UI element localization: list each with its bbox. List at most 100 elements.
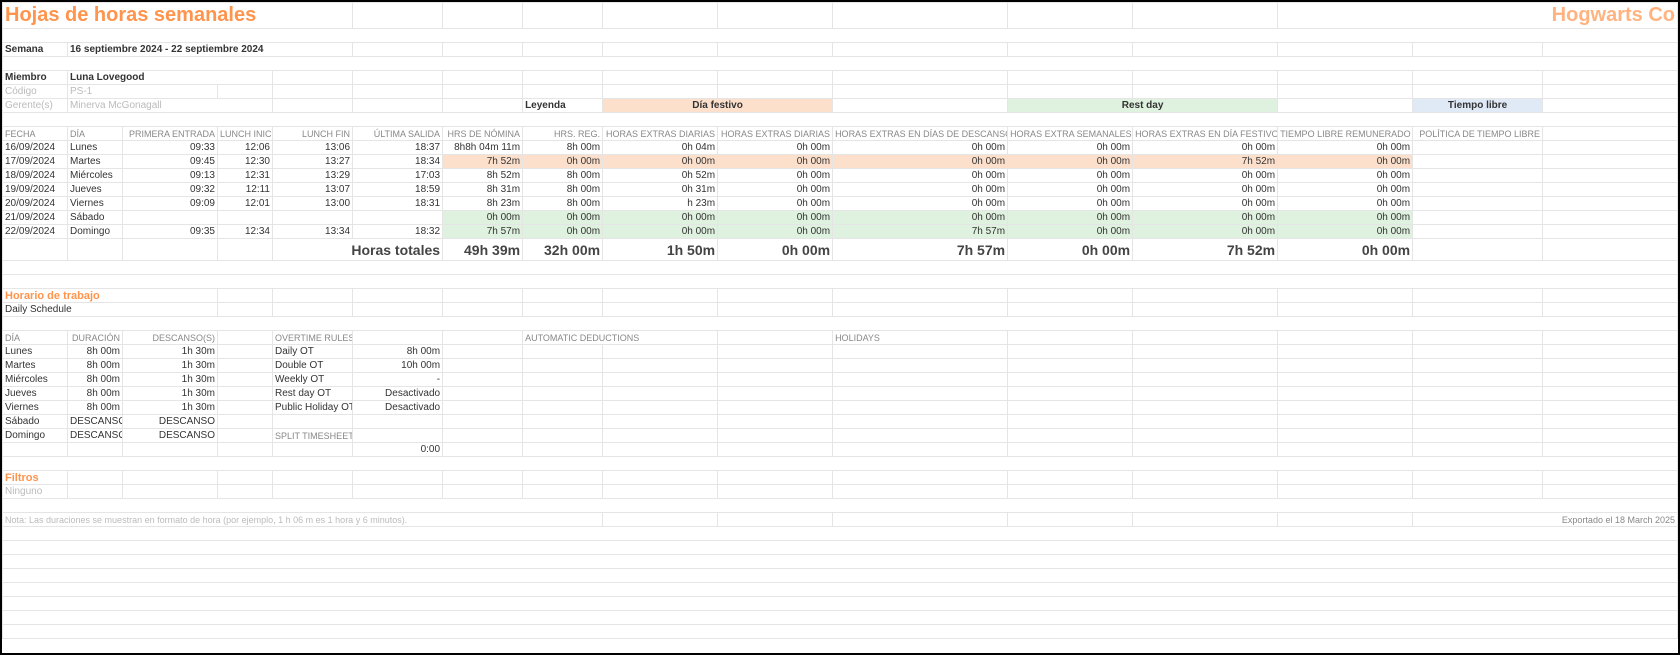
table-cell[interactable] (1413, 183, 1543, 197)
table-cell[interactable] (1543, 169, 1678, 183)
table-cell[interactable] (1413, 169, 1543, 183)
table-cell[interactable]: 8h 00m (523, 183, 603, 197)
table-cell[interactable]: 0h 00m (1133, 183, 1278, 197)
table-cell[interactable]: 0h 00m (523, 211, 603, 225)
table-cell[interactable] (1413, 359, 1543, 373)
table-cell[interactable]: 0h 00m (833, 183, 1008, 197)
table-cell[interactable] (218, 211, 273, 225)
table-cell[interactable]: 7h 57m (833, 225, 1008, 239)
table-cell[interactable] (218, 387, 273, 401)
table-cell[interactable] (443, 359, 523, 373)
table-cell[interactable] (443, 401, 523, 415)
table-cell[interactable]: 1h 30m (123, 345, 218, 359)
table-cell[interactable]: 7h 52m (443, 155, 523, 169)
table-cell[interactable]: Domingo (68, 225, 123, 239)
table-cell[interactable]: 17/09/2024 (3, 155, 68, 169)
table-cell[interactable]: 0h 00m (718, 169, 833, 183)
table-cell[interactable]: 0h 00m (603, 155, 718, 169)
table-cell[interactable]: Sábado (68, 211, 123, 225)
table-cell[interactable] (1543, 401, 1678, 415)
table-cell[interactable] (1133, 387, 1278, 401)
table-cell[interactable]: Viernes (68, 197, 123, 211)
table-cell[interactable] (1278, 359, 1413, 373)
table-cell[interactable]: 0h 00m (833, 211, 1008, 225)
table-cell[interactable]: 0h 00m (443, 211, 523, 225)
table-cell[interactable] (1008, 387, 1133, 401)
table-cell[interactable]: 8h 52m (443, 169, 523, 183)
table-cell[interactable] (1413, 197, 1543, 211)
table-cell[interactable] (523, 373, 603, 387)
table-cell[interactable]: Weekly OT (273, 373, 353, 387)
table-cell[interactable]: 0h 00m (1278, 155, 1413, 169)
table-cell[interactable] (603, 387, 718, 401)
table-cell[interactable] (443, 387, 523, 401)
table-cell[interactable]: 0h 00m (833, 155, 1008, 169)
table-cell[interactable]: 13:07 (273, 183, 353, 197)
table-cell[interactable] (1413, 401, 1543, 415)
table-cell[interactable]: 0h 00m (718, 155, 833, 169)
table-cell[interactable]: 12:01 (218, 197, 273, 211)
table-cell[interactable] (833, 373, 1008, 387)
table-cell[interactable]: 18:32 (353, 225, 443, 239)
table-cell[interactable]: 09:32 (123, 183, 218, 197)
table-cell[interactable]: 12:34 (218, 225, 273, 239)
table-cell[interactable]: 8h 00m (68, 401, 123, 415)
table-cell[interactable]: 20/09/2024 (3, 197, 68, 211)
table-cell[interactable] (523, 401, 603, 415)
table-cell[interactable] (1008, 345, 1133, 359)
table-cell[interactable]: 0h 00m (603, 211, 718, 225)
table-cell[interactable]: 0h 00m (1278, 197, 1413, 211)
table-cell[interactable]: Desactivado (353, 401, 443, 415)
table-cell[interactable] (1543, 345, 1678, 359)
table-cell[interactable]: Jueves (68, 183, 123, 197)
table-cell[interactable]: Miércoles (68, 169, 123, 183)
table-cell[interactable]: 0h 00m (1278, 183, 1413, 197)
table-cell[interactable]: 0h 52m (603, 169, 718, 183)
table-cell[interactable]: 0h 00m (833, 197, 1008, 211)
table-cell[interactable] (833, 387, 1008, 401)
table-cell[interactable]: 12:06 (218, 141, 273, 155)
table-cell[interactable] (218, 401, 273, 415)
table-cell[interactable] (1543, 141, 1678, 155)
table-cell[interactable] (353, 211, 443, 225)
table-cell[interactable] (1543, 183, 1678, 197)
table-cell[interactable] (273, 211, 353, 225)
table-cell[interactable]: 8h 31m (443, 183, 523, 197)
table-cell[interactable]: 0h 00m (1278, 169, 1413, 183)
table-cell[interactable]: Daily OT (273, 345, 353, 359)
table-cell[interactable]: 16/09/2024 (3, 141, 68, 155)
table-cell[interactable]: 0h 00m (1133, 169, 1278, 183)
table-cell[interactable]: Jueves (3, 387, 68, 401)
table-cell[interactable] (1413, 155, 1543, 169)
table-cell[interactable]: 12:31 (218, 169, 273, 183)
table-cell[interactable] (1413, 225, 1543, 239)
table-cell[interactable]: 0h 00m (1278, 225, 1413, 239)
table-cell[interactable] (603, 345, 718, 359)
table-cell[interactable] (1413, 211, 1543, 225)
table-cell[interactable]: 13:00 (273, 197, 353, 211)
table-cell[interactable] (218, 373, 273, 387)
table-cell[interactable] (1278, 401, 1413, 415)
table-cell[interactable]: 1h 30m (123, 401, 218, 415)
table-cell[interactable] (1543, 225, 1678, 239)
table-cell[interactable]: 18/09/2024 (3, 169, 68, 183)
table-cell[interactable] (603, 401, 718, 415)
table-cell[interactable] (1133, 359, 1278, 373)
table-cell[interactable]: 17:03 (353, 169, 443, 183)
table-cell[interactable] (718, 373, 833, 387)
table-cell[interactable]: 0h 00m (1133, 211, 1278, 225)
table-cell[interactable] (218, 345, 273, 359)
table-cell[interactable]: 12:11 (218, 183, 273, 197)
table-cell[interactable]: - (353, 373, 443, 387)
table-cell[interactable]: 8h 00m (523, 197, 603, 211)
table-cell[interactable] (718, 345, 833, 359)
table-cell[interactable] (1543, 387, 1678, 401)
table-cell[interactable]: 0h 00m (1008, 141, 1133, 155)
table-cell[interactable]: 0h 00m (1133, 141, 1278, 155)
table-cell[interactable] (1543, 155, 1678, 169)
table-cell[interactable]: 8h8h 04m 11m (443, 141, 523, 155)
table-cell[interactable]: 0h 00m (1278, 211, 1413, 225)
table-cell[interactable] (1008, 373, 1133, 387)
table-cell[interactable]: 09:45 (123, 155, 218, 169)
table-cell[interactable] (1278, 345, 1413, 359)
